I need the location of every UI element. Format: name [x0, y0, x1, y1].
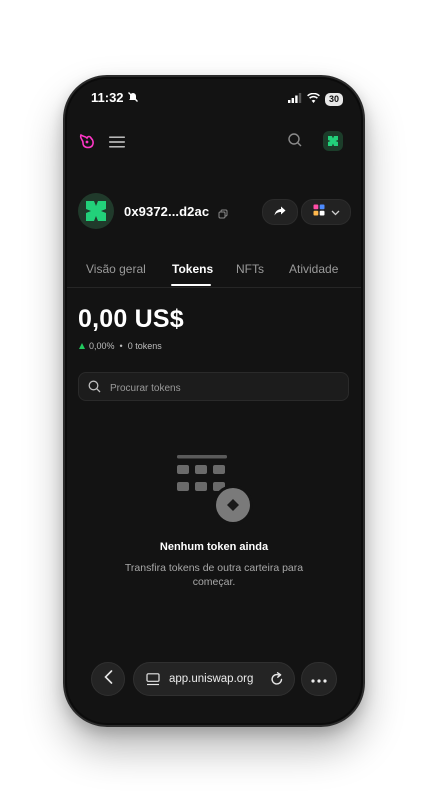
- status-indicators: 30: [287, 90, 343, 108]
- menu-icon[interactable]: [109, 135, 125, 153]
- active-tab-indicator: [171, 284, 211, 286]
- bell-muted-icon: [127, 90, 139, 108]
- balance-change: 0,00% • 0 tokens: [79, 341, 162, 351]
- back-arrow-icon: [103, 669, 113, 689]
- token-search-input[interactable]: [108, 378, 332, 398]
- account-avatar-small[interactable]: [323, 131, 343, 151]
- separator-dot: •: [119, 341, 123, 351]
- change-percent: 0,00%: [89, 341, 115, 351]
- token-count: 0 tokens: [127, 341, 162, 351]
- address-bar[interactable]: app.uniswap.org: [133, 662, 295, 696]
- back-button[interactable]: [91, 662, 125, 696]
- tab-overview[interactable]: Visão geral: [86, 262, 146, 276]
- more-options-button[interactable]: [301, 662, 337, 696]
- empty-state-description: Transfira tokens de outra carteira para …: [124, 562, 304, 588]
- empty-state-title: Nenhum token ainda: [159, 541, 269, 553]
- tab-activity[interactable]: Atividade: [289, 262, 338, 276]
- url-text: app.uniswap.org: [169, 673, 254, 685]
- uniswap-logo[interactable]: [78, 132, 96, 155]
- share-button[interactable]: [262, 199, 298, 225]
- account-avatar[interactable]: [78, 193, 114, 229]
- tab-bar: Visão geral Tokens NFTs Atividade: [67, 257, 361, 288]
- wifi-icon: [307, 90, 320, 108]
- site-icon: [146, 673, 160, 691]
- empty-tokens-illustration: [175, 455, 255, 525]
- connected-apps-button[interactable]: [301, 199, 351, 225]
- app-screen: 11:32 30 0x9372...d2ac Visão geral Token…: [67, 79, 361, 723]
- search-icon[interactable]: [287, 132, 303, 153]
- chevron-down-icon: [331, 203, 340, 221]
- signal-icon: [287, 90, 302, 108]
- status-time: 11:32: [91, 90, 124, 105]
- share-arrow-icon: [274, 203, 286, 221]
- tab-nfts[interactable]: NFTs: [236, 262, 264, 276]
- portfolio-balance: 0,00 US$: [78, 305, 184, 333]
- token-search-box[interactable]: [78, 372, 349, 401]
- tab-tokens[interactable]: Tokens: [172, 262, 213, 276]
- battery-indicator: 30: [324, 92, 343, 106]
- reload-icon[interactable]: [270, 672, 284, 691]
- up-arrow-icon: [79, 343, 85, 349]
- copy-icon[interactable]: [218, 206, 228, 224]
- wallet-address[interactable]: 0x9372...d2ac: [124, 204, 209, 219]
- more-icon: [311, 670, 327, 688]
- apps-grid-icon: [313, 203, 325, 221]
